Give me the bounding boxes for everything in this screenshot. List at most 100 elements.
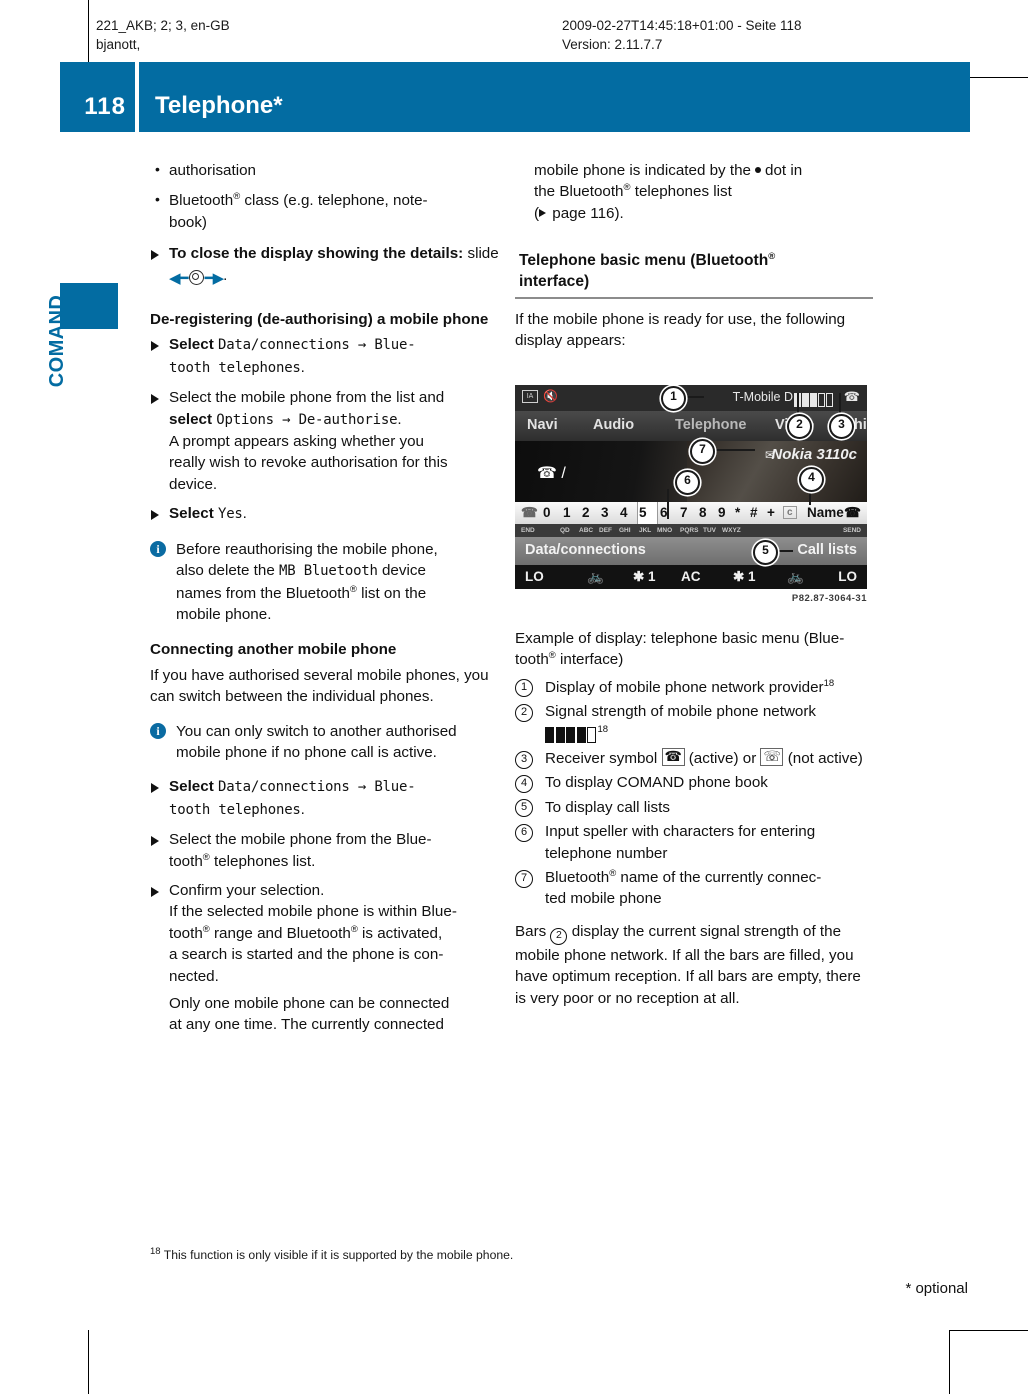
bottom-menu-call-lists[interactable]: Call lists: [797, 542, 857, 558]
footnote-text: This function is only visible if it is s…: [163, 1248, 514, 1262]
side-tab-marker: [60, 283, 118, 329]
callout-text-cont: name of the currently connec-: [616, 869, 822, 887]
list-item: Bluetooth® class (e.g. telephone, note-b…: [150, 189, 508, 233]
note-line-2: mobile phone if no phone call is active.: [176, 743, 437, 761]
callout-bubble-7: 7: [690, 439, 715, 464]
step-period: .: [242, 505, 247, 523]
note-line-2a: also delete the: [176, 562, 280, 580]
end-call-icon[interactable]: ☎: [521, 505, 538, 521]
heading-deregistering: De-registering (de-authorising) a mobile…: [150, 311, 489, 329]
climate-right-temp: LO: [838, 569, 857, 584]
bullet-text-cont: class (e.g. telephone, note-: [240, 192, 428, 210]
inline-callout-number: 2: [550, 927, 568, 945]
registered-mark: ®: [350, 923, 358, 935]
sublabel-def: DEF: [599, 527, 612, 534]
speller-key-1[interactable]: 1: [563, 505, 571, 520]
step-cont-2b: range and Bluetooth: [209, 924, 351, 942]
speller-key-5[interactable]: 5: [639, 505, 647, 520]
speller-key-7[interactable]: 7: [680, 505, 688, 520]
chapter-title-block: Telephone*: [139, 62, 970, 132]
menu-item-navi[interactable]: Navi: [527, 417, 558, 433]
note-line-3b: list on the: [356, 584, 427, 602]
step-period: .: [397, 410, 402, 428]
speller-key-hash[interactable]: #: [750, 505, 758, 520]
info-note-reauthorise: i Before reauthorising the mobile phone,…: [150, 539, 508, 626]
speller-key-2[interactable]: 2: [582, 505, 590, 520]
right-column-lower: Example of display: telephone basic menu…: [515, 628, 873, 1009]
cont-line-2b: telephones list: [630, 183, 732, 201]
arrow-left-icon: ◀━: [169, 269, 189, 287]
comand-speller-sublabels: END QD ABC DEF GHI JKL MNO PQRS TUV WXYZ…: [515, 524, 867, 537]
speller-key-plus[interactable]: +: [767, 505, 775, 520]
connected-phone-name: Nokia 3110c: [771, 446, 857, 463]
callout-item-4: 4 To display COMAND phone book: [515, 772, 873, 793]
menu-options: Options: [216, 411, 274, 428]
cont-line-1a: mobile phone is indicated by the: [534, 162, 751, 179]
fan-right-level: ✱ 1: [733, 569, 756, 584]
step-text: Confirm your selection.: [169, 881, 325, 899]
speller-key-star[interactable]: *: [735, 505, 740, 520]
step-text: Select the mobile phone from the list an…: [169, 389, 445, 407]
comand-status-bar: IA 🔇 T-Mobile D ☎: [515, 385, 867, 411]
para-connecting: If you have authorised several mobile ph…: [150, 666, 489, 706]
registered-mark: ®: [768, 251, 776, 263]
print-header-left: 221_AKB; 2; 3, en-GB bjanott,: [96, 16, 230, 54]
speller-key-9[interactable]: 9: [718, 505, 726, 520]
comand-menu-bar: Navi Audio Telephone Video Vehicle: [515, 411, 867, 441]
note-line-4: mobile phone.: [176, 605, 272, 623]
step-select-data-connections: Select Data/connections → Blue-tooth tel…: [150, 334, 508, 379]
send-call-icon[interactable]: ☎: [844, 505, 861, 521]
menu-de-authorise: De-authorise: [298, 411, 398, 428]
crop-mark-bottom-left: [88, 1330, 90, 1394]
callout-item-5: 5 To display call lists: [515, 797, 873, 818]
step-text: slide: [463, 245, 499, 263]
callout-text: Input speller with characters for enteri…: [545, 823, 816, 862]
comand-input-speller[interactable]: ☎ 0 1 2 3 4 5 6 7 8 9 * # + c Name ☎: [515, 502, 867, 524]
callout-text: To display COMAND phone book: [545, 774, 768, 792]
slide-control-icon: ◀━ ━▶: [169, 268, 224, 289]
step-period: .: [223, 266, 228, 284]
page-reference-icon: [539, 208, 547, 217]
caption-line-2b: interface): [555, 651, 624, 669]
menu-item-telephone[interactable]: Telephone: [675, 417, 746, 433]
caption-line-1: Example of display: telephone basic menu…: [515, 630, 845, 647]
menu-path-2b: tooth telephones: [169, 359, 301, 376]
speller-key-3[interactable]: 3: [601, 505, 609, 520]
figure-code: P82.87-3064-31: [791, 593, 867, 604]
menu-item-audio[interactable]: Audio: [593, 417, 634, 433]
callout-item-1: 1 Display of mobile phone network provid…: [515, 677, 873, 698]
step-cont-2: really wish to revoke authorisation for …: [169, 454, 448, 472]
menu-path-2a: Blue-: [374, 337, 416, 354]
registered-mark: ®: [202, 923, 210, 935]
leader-7: [711, 449, 755, 451]
crop-mark-bottom-right-h: [950, 1330, 1028, 1332]
step-cont-5: Only one mobile phone can be connected: [169, 995, 450, 1012]
call-cursor: /: [561, 465, 566, 482]
menu-arrow: →: [349, 337, 375, 354]
callout-item-6: 6 Input speller with characters for ente…: [515, 821, 873, 864]
note-line-2b: device: [377, 562, 426, 580]
caption-line-2a: tooth: [515, 651, 549, 669]
figure-caption: Example of display: telephone basic menu…: [515, 628, 873, 671]
speller-key-8[interactable]: 8: [699, 505, 707, 520]
bottom-menu-data-connections[interactable]: Data/connections: [525, 542, 646, 558]
comand-screenshot: IA 🔇 T-Mobile D ☎ Navi Audio Telephone V…: [515, 385, 867, 589]
doc-version: Version: 2.11.7.7: [562, 37, 663, 52]
speller-clear-key[interactable]: c: [783, 506, 797, 519]
info-icon: i: [150, 722, 166, 739]
callout-text: To display call lists: [545, 798, 670, 816]
bullet-text: authorisation: [169, 162, 256, 179]
speller-name-button[interactable]: Name: [807, 505, 844, 520]
speller-key-0[interactable]: 0: [543, 505, 551, 520]
registered-mark: ®: [202, 851, 210, 863]
cont-line-2a: the Bluetooth: [534, 183, 624, 201]
menu-path-1: Data/connections: [217, 337, 350, 354]
fan-left-level: ✱ 1: [633, 569, 656, 584]
step-period: .: [300, 800, 305, 818]
step-close-display: To close the display showing the details…: [150, 243, 508, 289]
step-verb: Select: [169, 505, 218, 523]
step-select-from-bt-list: Select the mobile phone from the Blue- t…: [150, 829, 508, 872]
sublabel-ghi: GHI: [619, 527, 631, 534]
speller-key-4[interactable]: 4: [620, 505, 628, 520]
call-entry-field[interactable]: ☎ /: [537, 463, 566, 483]
